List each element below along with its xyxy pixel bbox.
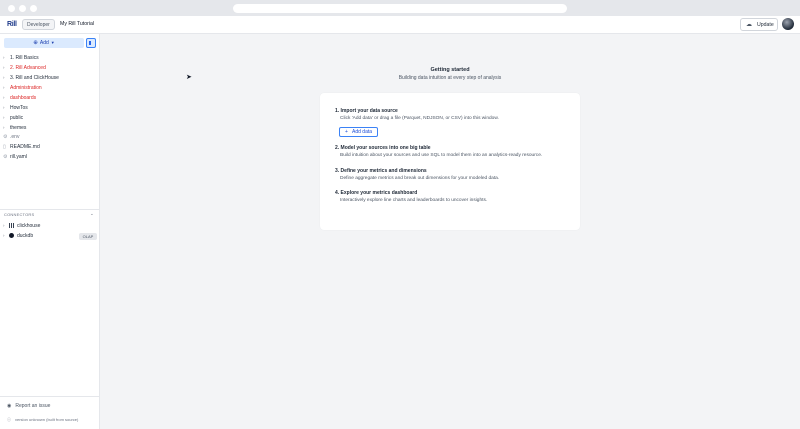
file-tree-label: HowTos [10,105,28,111]
file-tree-label: public [10,115,24,121]
version-label: version unknown (built from source) [15,417,79,422]
page-subtitle: Building data intuition at every step of… [398,75,502,81]
connectors-header: CONNECTORS [4,212,35,217]
connector-item[interactable]: › clickhouse [3,221,40,230]
chevron-right-icon: › [3,125,5,130]
step-title: 3. Define your metrics and dimensions [335,168,427,174]
file-tree-label: .env [10,134,20,140]
info-icon: ⓘ [7,417,11,422]
step-description: Click 'Add data' or drag a file (Parquet… [340,116,499,121]
step-description: Interactively explore line charts and le… [340,198,488,203]
file-tree-item[interactable]: › HowTos [3,103,28,112]
update-button[interactable]: ☁ Update [740,18,778,31]
chevron-down-icon: ▼ [50,40,55,45]
chevron-right-icon: › [3,95,5,100]
chevron-right-icon: › [3,85,5,90]
file-tree-label: dashboards [10,95,37,101]
chevron-right-icon: › [3,65,5,70]
page-title: Getting started [430,67,470,73]
clickhouse-icon [9,222,14,228]
window-close-dot[interactable] [8,5,15,12]
duckdb-icon [9,232,14,238]
document-icon: ▯ [3,144,6,150]
chevron-right-icon: › [3,105,5,110]
step-title: 2. Model your sources into one big table [335,145,431,151]
step-title: 1. Import your data source [335,108,398,114]
browser-chrome [0,0,800,16]
connector-label: clickhouse [17,223,41,229]
report-issue-link[interactable]: ◉ Report an issue [7,403,50,409]
gear-icon: ⚙ [3,134,8,140]
mouse-cursor-icon: ➤ [186,74,192,81]
olap-badge: OLAP [79,233,97,240]
gear-icon: ⚙ [3,154,8,160]
report-issue-label: Report an issue [15,403,51,409]
file-tree-label: 2. Rill Advanced [10,65,46,71]
file-tree-item[interactable]: › 2. Rill Advanced [3,63,46,72]
sidebar: ⊕ Add ▼ › 1. Rill Basics › 2. Rill Advanced … [0,34,100,429]
file-tree-item[interactable]: ▯ README.md [3,143,40,152]
add-data-label: Add data [352,129,373,135]
file-tree-item[interactable]: › 1. Rill Basics [3,53,39,62]
plus-icon: ⊕ [33,40,38,46]
app-header: Rill Developer My Rill Tutorial ☁ Update [0,16,800,34]
avatar[interactable] [782,18,794,30]
file-tree-label: 1. Rill Basics [10,55,39,61]
update-button-label: Update [757,22,774,28]
file-tree-item[interactable]: › themes [3,123,26,132]
chevron-right-icon: › [3,115,5,120]
divider [0,209,99,210]
rill-logo[interactable]: Rill [7,21,17,28]
file-tree-item[interactable]: › Administration [3,83,42,92]
file-tree-item[interactable]: ⚙ .env [3,133,19,142]
add-data-button[interactable]: + Add data [339,127,378,137]
sidebar-toggle-icon [89,41,91,45]
window-minimize-dot[interactable] [19,5,26,12]
chevron-down-icon[interactable]: ⌄ [90,211,94,217]
file-tree-item[interactable]: › dashboards [3,93,36,102]
add-button[interactable]: ⊕ Add ▼ [4,38,84,48]
window-maximize-dot[interactable] [30,5,37,12]
file-tree-item[interactable]: › 3. Rill and ClickHouse [3,73,59,82]
github-icon: ◉ [7,403,12,409]
file-tree-item[interactable]: › public [3,113,23,122]
divider [0,396,99,397]
step-title: 4. Explore your metrics dashboard [335,190,418,196]
version-info: ⓘ version unknown (built from source) [7,417,78,423]
plus-icon: + [345,129,348,135]
environment-badge: Developer [22,19,55,30]
step-description: Define aggregate metrics and break out d… [340,176,500,181]
cloud-upload-icon: ☁ [746,22,752,28]
collapse-sidebar-button[interactable] [86,38,96,48]
file-tree-label: README.md [10,144,40,150]
step-description: Build intuition about your sources and u… [340,153,543,158]
getting-started-card: 1. Import your data source Click 'Add da… [320,93,580,230]
chevron-right-icon: › [3,55,5,60]
file-tree-label: Administration [10,85,42,91]
add-button-label: Add [39,40,49,46]
address-bar[interactable] [233,4,567,13]
file-tree-label: 3. Rill and ClickHouse [10,75,59,81]
connector-item[interactable]: › duckdb [3,231,33,240]
file-tree-item[interactable]: ⚙ rill.yaml [3,153,27,162]
project-name: My Rill Tutorial [60,21,95,27]
connector-label: duckdb [17,233,34,239]
chevron-right-icon: › [3,75,5,80]
file-tree-label: themes [10,125,27,131]
file-tree-label: rill.yaml [10,154,27,160]
